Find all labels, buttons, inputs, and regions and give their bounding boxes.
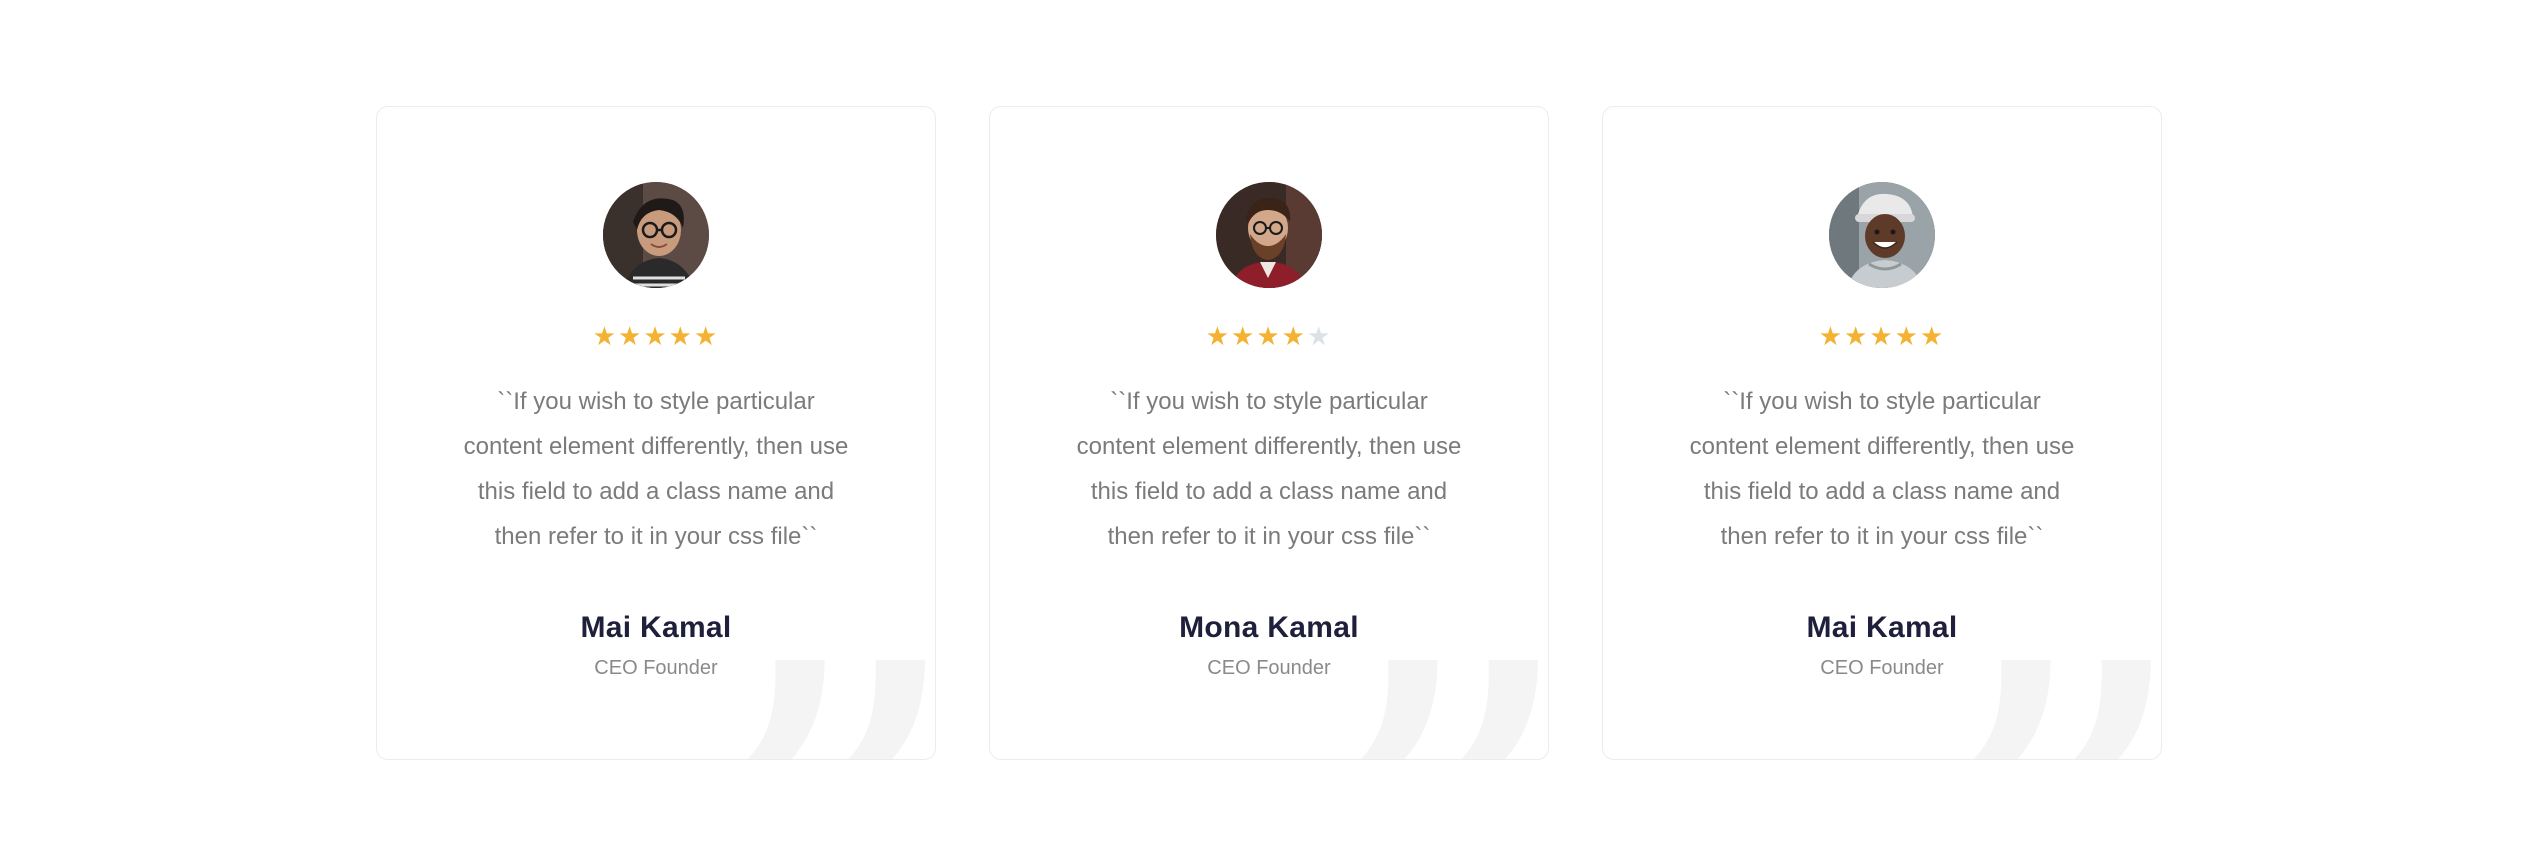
testimonial-role: CEO Founder — [1820, 657, 1944, 679]
star-filled-icon: ★ — [1281, 321, 1307, 351]
testimonial-quote: ``If you wish to style particular conten… — [463, 388, 849, 550]
star-filled-icon: ★ — [592, 321, 619, 351]
testimonial-name: Mai Kamal — [1806, 611, 1958, 644]
star-filled-icon: ★ — [1818, 321, 1845, 351]
star-rating: ★★★★★ — [990, 323, 1548, 349]
star-rating: ★★★★★ — [1603, 323, 2161, 349]
testimonial-name: Mona Kamal — [1179, 611, 1359, 644]
testimonial-role: CEO Founder — [594, 657, 718, 679]
star-rating: ★★★★★ — [377, 323, 935, 349]
star-filled-icon: ★ — [668, 321, 694, 351]
star-filled-icon: ★ — [1256, 321, 1282, 351]
star-filled-icon: ★ — [1894, 321, 1920, 351]
star-filled-icon: ★ — [1844, 321, 1870, 351]
testimonial-quote: ``If you wish to style particular conten… — [1689, 388, 2075, 550]
star-filled-icon: ★ — [693, 321, 720, 351]
star-filled-icon: ★ — [1231, 321, 1257, 351]
testimonial-card: ” ★★★★★ ``If you wish to style particula… — [1602, 106, 2162, 760]
avatar — [1216, 182, 1322, 288]
testimonial-quote: ``If you wish to style particular conten… — [1076, 388, 1462, 550]
avatar — [1829, 182, 1935, 288]
smiling-woman-with-cap-avatar-icon — [1829, 182, 1935, 288]
star-filled-icon: ★ — [1205, 321, 1232, 351]
star-filled-icon: ★ — [618, 321, 644, 351]
testimonials-row: ” ★★★★★ ``If you wish to style particula… — [376, 106, 2162, 760]
bearded-man-avatar-icon — [1216, 182, 1322, 288]
testimonial-card: ” ★★★★★ ``If you wish to style particula… — [989, 106, 1549, 760]
star-filled-icon: ★ — [1919, 321, 1946, 351]
testimonial-name: Mai Kamal — [580, 611, 732, 644]
star-empty-icon: ★ — [1306, 321, 1333, 351]
testimonial-card: ” ★★★★★ ``If you wish to style particula… — [376, 106, 936, 760]
testimonial-role: CEO Founder — [1207, 657, 1331, 679]
woman-with-glasses-avatar-icon — [603, 182, 709, 288]
avatar — [603, 182, 709, 288]
star-filled-icon: ★ — [1869, 321, 1895, 351]
star-filled-icon: ★ — [643, 321, 669, 351]
